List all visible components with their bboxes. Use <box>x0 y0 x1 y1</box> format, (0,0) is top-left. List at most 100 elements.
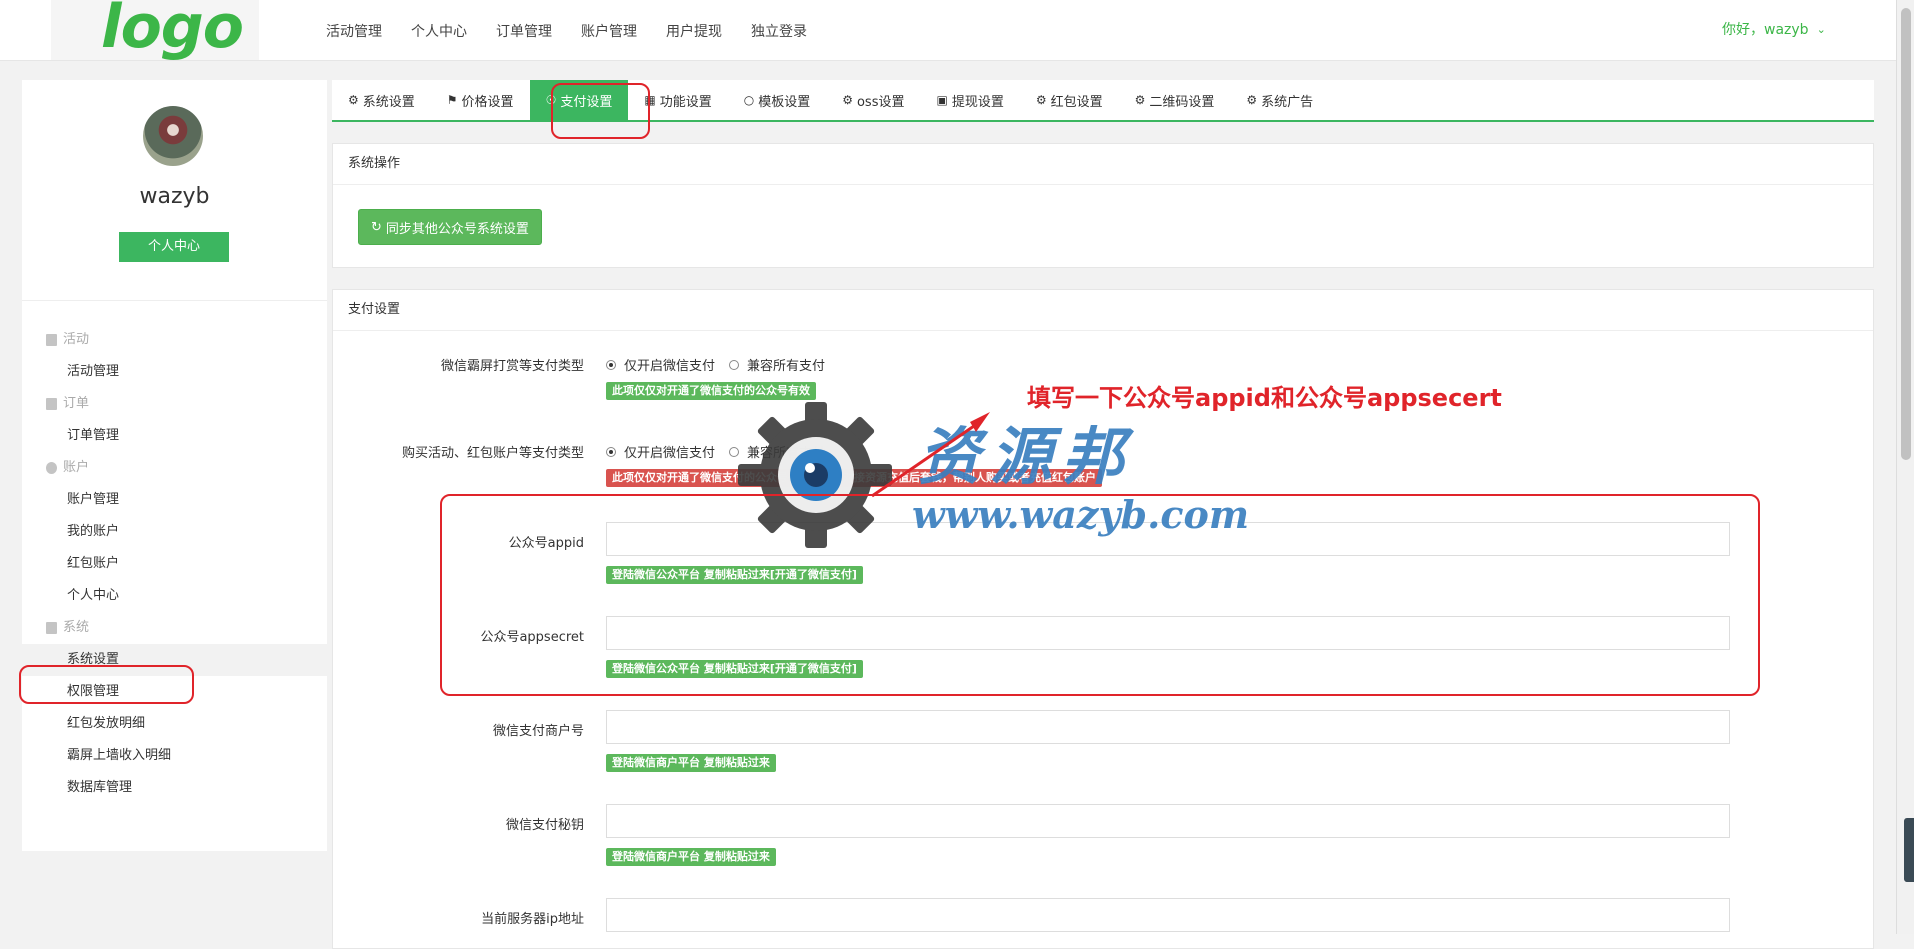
nav-standalone-login[interactable]: 独立登录 <box>751 21 807 41</box>
chevron-down-icon: ⌄ <box>1816 22 1826 36</box>
tab-label: 模板设置 <box>758 94 811 110</box>
sidebar-item-database[interactable]: 数据库管理 <box>22 772 327 804</box>
tab-label: 提现设置 <box>951 94 1004 110</box>
radio-label: 兼容所有支付 <box>747 359 826 374</box>
profile-center-button[interactable]: 个人中心 <box>119 232 229 262</box>
sidebar-group-orders: 订单 <box>22 388 327 420</box>
panel-title: 支付设置 <box>333 290 1873 331</box>
money-icon: ▣ <box>936 93 948 107</box>
sidebar-item-redpacket-account[interactable]: 红包账户 <box>22 548 327 580</box>
tab-label: 功能设置 <box>659 94 712 110</box>
tab-withdraw-settings[interactable]: ▣ 提现设置 <box>920 80 1019 120</box>
tab-label: 红包设置 <box>1050 94 1103 110</box>
tab-oss-settings[interactable]: ⚙ oss设置 <box>826 80 920 120</box>
sidebar-item-order-manage[interactable]: 订单管理 <box>22 420 327 452</box>
sidebar-menu: 活动 活动管理 订单 订单管理 账户 账户管理 我的账户 红包账户 个人中心 系… <box>22 324 327 804</box>
radio-dot <box>606 359 616 370</box>
side-handle[interactable] <box>1904 818 1914 882</box>
gear-icon: ⚙ <box>1134 93 1146 107</box>
tab-template-settings[interactable]: ○ 模板设置 <box>728 80 827 120</box>
radio-dot <box>729 359 740 370</box>
radio-dot <box>606 446 616 457</box>
radio-wechat-only[interactable]: 仅开启微信支付 <box>606 355 715 374</box>
document-icon <box>46 334 57 346</box>
group-title: 账户 <box>63 460 90 475</box>
tab-label: 系统设置 <box>362 94 415 110</box>
form-label: 微信霸屏打赏等支付类型 <box>440 359 584 374</box>
nav-activity[interactable]: 活动管理 <box>326 21 382 41</box>
server-ip-input[interactable] <box>606 898 1730 932</box>
gear-icon: ⚙ <box>1246 93 1258 107</box>
sidebar-group-system: 系统 <box>22 612 327 644</box>
sidebar-group-accounts: 账户 <box>22 452 327 484</box>
tab-redpacket-settings[interactable]: ⚙ 红包设置 <box>1020 80 1119 120</box>
user-greeting: 你好，wazyb <box>1722 22 1809 38</box>
sidebar-item-screen-income[interactable]: 霸屏上墙收入明细 <box>22 740 327 772</box>
sync-button-label: 同步其他公众号系统设置 <box>385 221 529 237</box>
logo-area[interactable]: logo <box>51 0 259 62</box>
group-title: 系统 <box>63 620 90 635</box>
circle-icon: ○ <box>743 93 755 107</box>
refresh-icon: ↻ <box>371 219 382 235</box>
form-label: 当前服务器ip地址 <box>481 912 584 927</box>
pie-chart-icon <box>46 462 57 474</box>
avatar <box>143 106 203 166</box>
gear-icon: ⚙ <box>348 93 359 107</box>
scrollbar-thumb[interactable] <box>1901 8 1911 460</box>
tab-system-settings[interactable]: ⚙ 系统设置 <box>332 80 431 120</box>
gear-icon: ⚙ <box>1035 93 1047 107</box>
group-title: 活动 <box>63 332 90 347</box>
username: wazyb <box>139 184 210 209</box>
user-menu[interactable]: 你好，wazyb ⌄ <box>1680 14 1826 44</box>
highlight-payment-tab <box>551 83 650 139</box>
radio-label: 仅开启微信支付 <box>624 446 716 461</box>
top-bar: logo 活动管理 个人中心 订单管理 账户管理 用户提现 独立登录 你好，wa… <box>0 0 1896 62</box>
clipboard-icon <box>46 398 57 410</box>
radio-group: 仅开启微信支付 兼容所有支付 <box>606 355 839 374</box>
highlight-appid-section <box>440 494 1760 696</box>
sync-settings-button[interactable]: ↻ 同步其他公众号系统设置 <box>358 209 542 245</box>
tab-system-ads[interactable]: ⚙ 系统广告 <box>1230 80 1329 120</box>
radio-all-payments[interactable]: 兼容所有支付 <box>729 355 825 374</box>
mch-key-input[interactable] <box>606 804 1730 838</box>
radio-wechat-only[interactable]: 仅开启微信支付 <box>606 442 715 461</box>
annotation-text: 填写一下公众号appid和公众号appsecert <box>1027 384 1502 412</box>
watermark-text: 资源邦 <box>918 420 1135 493</box>
sidebar-item-profile-center[interactable]: 个人中心 <box>22 580 327 612</box>
nav-accounts[interactable]: 账户管理 <box>581 21 637 41</box>
sidebar-group-activity: 活动 <box>22 324 327 356</box>
avatar <box>1680 14 1710 44</box>
nav-orders[interactable]: 订单管理 <box>496 21 552 41</box>
nav-withdraw[interactable]: 用户提现 <box>666 21 722 41</box>
tab-label: oss设置 <box>856 94 905 110</box>
page-scrollbar[interactable] <box>1896 0 1914 934</box>
mch-id-input[interactable] <box>606 710 1730 744</box>
form-label: 微信支付商户号 <box>492 724 584 739</box>
clipboard-icon <box>46 622 57 634</box>
system-operation-panel: 系统操作 ↻ 同步其他公众号系统设置 <box>332 143 1874 268</box>
top-nav: 活动管理 个人中心 订单管理 账户管理 用户提现 独立登录 <box>326 21 836 41</box>
hint-badge: 此项仅仅对开通了微信支付的公众号有效 <box>606 382 816 400</box>
tag-icon: ⚑ <box>446 93 458 107</box>
nav-profile[interactable]: 个人中心 <box>411 21 467 41</box>
tab-price-settings[interactable]: ⚑ 价格设置 <box>431 80 530 120</box>
tab-label: 系统广告 <box>1261 94 1314 110</box>
form-label: 微信支付秘钥 <box>505 818 584 833</box>
sidebar-item-redpacket-details[interactable]: 红包发放明细 <box>22 708 327 740</box>
profile-card: wazyb 个人中心 <box>22 80 327 301</box>
panel-title: 系统操作 <box>333 144 1873 185</box>
tab-label: 二维码设置 <box>1149 94 1215 110</box>
sidebar: wazyb 个人中心 活动 活动管理 订单 订单管理 账户 账户管理 我的账户 … <box>22 80 327 851</box>
gear-icon: ⚙ <box>842 93 853 107</box>
group-title: 订单 <box>63 396 90 411</box>
sidebar-item-activity-manage[interactable]: 活动管理 <box>22 356 327 388</box>
hint-badge: 登陆微信商户平台 复制粘贴过来 <box>606 754 776 772</box>
tab-qrcode-settings[interactable]: ⚙ 二维码设置 <box>1119 80 1231 120</box>
highlight-system-settings <box>19 665 194 704</box>
tab-label: 价格设置 <box>461 94 514 110</box>
sidebar-item-my-account[interactable]: 我的账户 <box>22 516 327 548</box>
hint-badge: 登陆微信商户平台 复制粘贴过来 <box>606 848 776 866</box>
radio-label: 仅开启微信支付 <box>624 359 716 374</box>
form-label: 购买活动、红包账户等支付类型 <box>401 446 584 461</box>
sidebar-item-account-manage[interactable]: 账户管理 <box>22 484 327 516</box>
